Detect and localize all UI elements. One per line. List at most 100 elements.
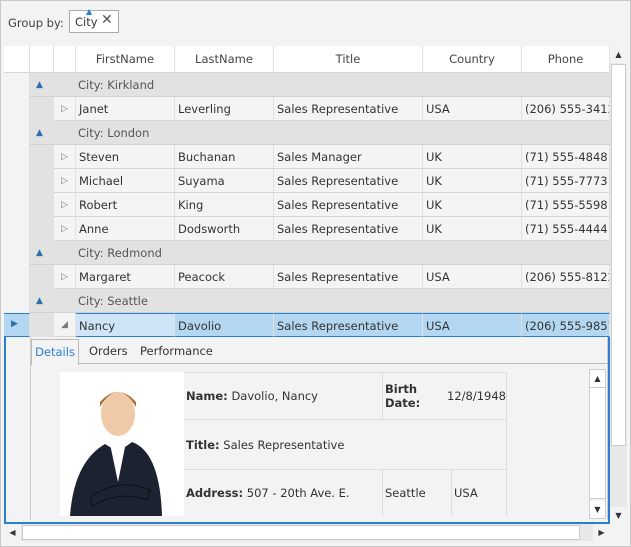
row-indicator [4, 289, 30, 313]
expand-details-icon[interactable]: ▷ [54, 265, 76, 289]
table-cell-lastname[interactable]: King [175, 193, 274, 217]
table-cell-lastname[interactable]: Leverling [175, 97, 274, 121]
scrollbar-thumb[interactable] [611, 64, 626, 446]
collapse-chevron-icon[interactable]: ▲ [36, 241, 43, 265]
group-panel: Group by: City ▲ ✕ [1, 1, 630, 45]
group-row[interactable]: ▲ City: London [30, 121, 610, 145]
table-cell-title[interactable]: Sales Representative [274, 97, 423, 121]
tab-details[interactable]: Details [31, 339, 79, 365]
group-row[interactable]: ▲ City: Seattle [30, 289, 610, 313]
group-chip-city[interactable]: City ▲ ✕ [69, 7, 119, 33]
group-label: City: Kirkland [78, 78, 155, 92]
table-cell-phone[interactable]: (71) 555-7773 [522, 169, 610, 193]
table-cell-firstname[interactable]: Michael [76, 169, 175, 193]
group-indent [30, 193, 54, 217]
column-header-firstname[interactable]: FirstName [76, 46, 175, 73]
table-cell-country[interactable]: USA [423, 97, 522, 121]
group-chip-label: City [75, 15, 98, 29]
group-by-label: Group by: [8, 16, 64, 30]
vertical-scrollbar[interactable]: ▲ ▼ [610, 46, 627, 524]
collapse-chevron-icon[interactable]: ▲ [36, 289, 43, 313]
column-header-title[interactable]: Title [274, 46, 423, 73]
expand-details-icon[interactable]: ▷ [54, 193, 76, 217]
expand-details-icon[interactable]: ▷ [54, 169, 76, 193]
table-cell-country[interactable]: UK [423, 145, 522, 169]
details-vertical-scrollbar[interactable]: ▲ ▼ [589, 369, 606, 519]
details-scroll-down[interactable]: ▼ [590, 501, 605, 518]
expand-details-icon[interactable]: ▷ [54, 145, 76, 169]
group-indent [30, 265, 54, 289]
header-group-cell [30, 46, 54, 73]
group-indent [30, 217, 54, 241]
table-cell-firstname[interactable]: Margaret [76, 265, 175, 289]
table-cell-lastname[interactable]: Peacock [175, 265, 274, 289]
scroll-up-button[interactable]: ▲ [610, 46, 627, 63]
table-cell-phone[interactable]: (71) 555-4848 [522, 145, 610, 169]
details-scrollbar-thumb[interactable] [590, 387, 605, 499]
scroll-left-button[interactable]: ◀ [4, 524, 21, 541]
group-row[interactable]: ▲ City: Redmond [30, 241, 610, 265]
collapse-chevron-icon[interactable]: ▲ [36, 121, 43, 145]
table-cell-phone[interactable]: (71) 555-4444 [522, 217, 610, 241]
row-indicator [4, 73, 30, 97]
sort-ascending-icon: ▲ [86, 7, 93, 16]
row-indicator [4, 193, 30, 217]
table-cell-country[interactable]: UK [423, 193, 522, 217]
table-cell-title[interactable]: Sales Manager [274, 145, 423, 169]
detail-title: Title: Sales Representative [184, 420, 507, 470]
collapse-chevron-icon[interactable]: ▲ [36, 73, 43, 97]
table-cell-lastname[interactable]: Buchanan [175, 145, 274, 169]
table-cell-title[interactable]: Sales Representative [274, 313, 423, 337]
table-cell-title[interactable]: Sales Representative [274, 193, 423, 217]
table-cell-firstname[interactable]: Robert [76, 193, 175, 217]
row-indicator [4, 145, 30, 169]
table-cell-country[interactable]: UK [423, 217, 522, 241]
group-label: City: Seattle [78, 294, 148, 308]
row-details-panel: Details Orders Performance Name: Davolio… [4, 337, 610, 524]
detail-country: USA [452, 470, 507, 516]
table-cell-phone[interactable]: (206) 555-8122 [522, 265, 610, 289]
detail-tabs: Details Orders Performance [31, 339, 608, 365]
table-cell-country[interactable]: USA [423, 313, 522, 337]
row-indicator [4, 121, 30, 145]
tab-orders[interactable]: Orders [89, 339, 128, 363]
column-header-phone[interactable]: Phone [522, 46, 610, 73]
h-scrollbar-thumb[interactable] [22, 525, 580, 540]
table-cell-lastname[interactable]: Davolio [175, 313, 274, 337]
header-expand-cell [54, 46, 76, 73]
table-cell-firstname[interactable]: Nancy [76, 313, 175, 337]
close-icon[interactable]: ✕ [101, 12, 113, 28]
table-cell-title[interactable]: Sales Representative [274, 265, 423, 289]
group-label: City: London [78, 126, 150, 140]
scroll-down-button[interactable]: ▼ [610, 507, 627, 524]
detail-address: Address: 507 - 20th Ave. E. [184, 470, 383, 516]
row-indicator [4, 265, 30, 289]
table-cell-firstname[interactable]: Anne [76, 217, 175, 241]
expand-details-icon[interactable]: ▷ [54, 217, 76, 241]
scroll-right-button[interactable]: ▶ [593, 524, 610, 541]
expand-details-icon[interactable]: ▷ [54, 97, 76, 121]
horizontal-scrollbar[interactable]: ◀ ▶ [4, 524, 610, 541]
tab-performance[interactable]: Performance [140, 339, 213, 363]
table-cell-firstname[interactable]: Janet [76, 97, 175, 121]
table-cell-lastname[interactable]: Suyama [175, 169, 274, 193]
collapse-details-icon[interactable]: ◢ [54, 313, 76, 337]
table-cell-title[interactable]: Sales Representative [274, 169, 423, 193]
table-cell-country[interactable]: USA [423, 265, 522, 289]
table-cell-country[interactable]: UK [423, 169, 522, 193]
row-indicator [4, 217, 30, 241]
group-indent [30, 169, 54, 193]
column-header-country[interactable]: Country [423, 46, 522, 73]
column-header-lastname[interactable]: LastName [175, 46, 274, 73]
employee-photo [60, 372, 184, 516]
header-indicator-cell [4, 46, 30, 73]
table-cell-firstname[interactable]: Steven [76, 145, 175, 169]
table-cell-phone[interactable]: (71) 555-5598 [522, 193, 610, 217]
table-cell-phone[interactable]: (206) 555-3412 [522, 97, 610, 121]
detail-name: Name: Davolio, Nancy [184, 372, 383, 420]
table-cell-lastname[interactable]: Dodsworth [175, 217, 274, 241]
table-cell-phone[interactable]: (206) 555-9857 [522, 313, 610, 337]
details-scroll-up[interactable]: ▲ [590, 370, 605, 387]
group-row[interactable]: ▲ City: Kirkland [30, 73, 610, 97]
table-cell-title[interactable]: Sales Representative [274, 217, 423, 241]
